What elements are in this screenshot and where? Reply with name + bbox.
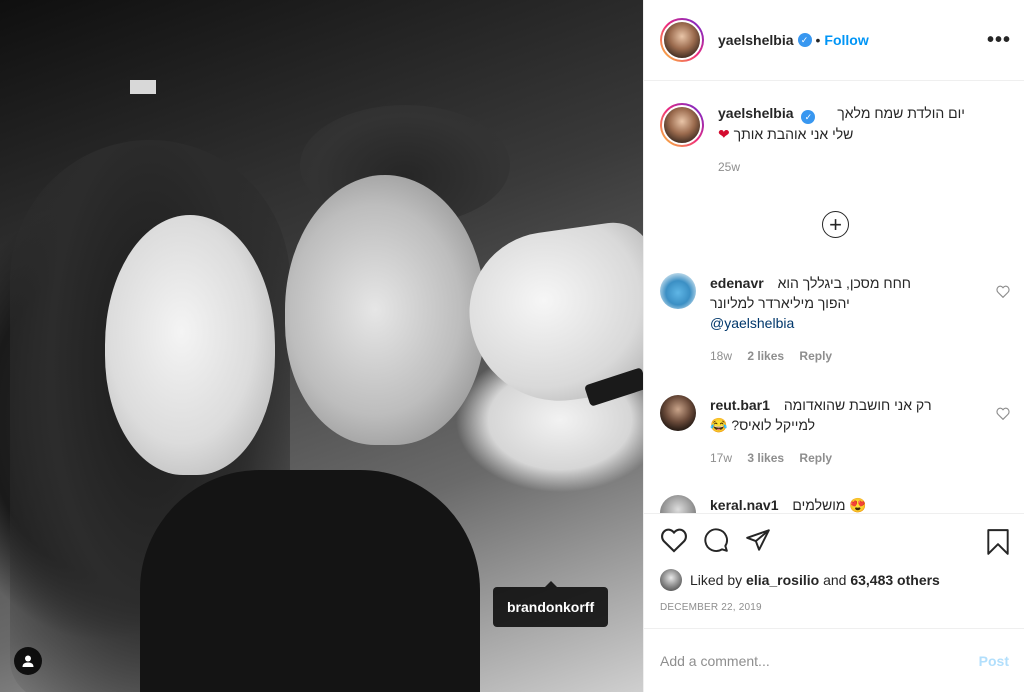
post-date[interactable]: DECEMBER 22, 2019 [660,602,762,613]
comment-text: יהפוך מיליארדר למליונר [710,295,850,311]
photo-face-man [285,175,485,445]
post-side-panel: yaelshelbia ✓ • Follow ••• yaelshelbia ✓… [643,0,1024,692]
bookmark-icon[interactable] [985,528,1011,556]
comment-username[interactable]: edenavr [710,275,764,291]
comment-icon[interactable] [702,527,730,553]
comment-mention[interactable]: @yaelshelbia [710,313,980,333]
plus-circle-icon[interactable]: + [822,211,849,238]
list-item: keral.nav1 מושלמים 😍 [660,495,1010,513]
caption-text-1: יום הולדת שמח מלאך [837,105,965,121]
comment-likes[interactable]: 2 likes [747,349,784,363]
likes-count[interactable]: 63,483 others [850,572,940,588]
caption-avatar[interactable] [660,103,704,147]
ceiling-light [130,80,156,94]
heart-icon[interactable] [996,407,1010,420]
heart-eyes-emoji: 😍 [849,497,867,513]
post-actions: Liked by elia_rosilio and 63,483 others … [644,513,1024,628]
list-item: reut.bar1 רק אני חושבת שהואדומה 😂 ?למייק… [660,395,1010,465]
comment-text: רק אני חושבת שהואדומה [783,397,932,413]
comment-text: חחח מסכן, ביגללך הוא [777,275,912,291]
comment-username[interactable]: reut.bar1 [710,397,770,413]
laughing-emoji: 😂 [710,417,728,433]
comment-username[interactable]: keral.nav1 [710,497,779,513]
caption-age[interactable]: 25w [718,160,965,174]
header-username[interactable]: yaelshelbia [718,32,794,48]
avatar [662,105,702,145]
share-icon[interactable] [744,527,772,553]
header-separator: • [815,32,821,48]
avatar[interactable] [660,395,696,431]
comment-likes[interactable]: 3 likes [747,451,784,465]
caption-username[interactable]: yaelshelbia [718,105,794,121]
header-avatar[interactable] [660,18,704,62]
comment-text: מושלמים [792,497,846,513]
post-caption: yaelshelbia ✓ יום הולדת שמח מלאך ❤ שלי א… [660,103,1010,174]
liked-by-and: and [819,572,851,588]
follow-button[interactable]: Follow [824,32,868,48]
likes-summary: Liked by elia_rosilio and 63,483 others [660,569,940,591]
caption-line-1: yaelshelbia ✓ יום הולדת שמח מלאך [718,103,965,124]
avatar[interactable] [660,569,682,591]
heart-emoji: ❤ [718,126,730,142]
comments-list[interactable]: yaelshelbia ✓ יום הולדת שמח מלאך ❤ שלי א… [644,81,1024,513]
avatar[interactable] [660,495,696,513]
post-photo[interactable]: brandonkorff [0,0,643,692]
reply-button[interactable]: Reply [799,451,832,465]
heart-icon[interactable] [996,285,1010,298]
photo-shirt [140,470,480,692]
user-tag-label[interactable]: brandonkorff [493,581,609,627]
verified-icon: ✓ [797,33,812,47]
comment-meta: 17w 3 likes Reply [710,451,980,465]
liked-by-prefix: Liked by [690,572,747,588]
comment-text: ?למייקל לואיס [731,417,816,433]
user-tag-button[interactable] [14,647,42,675]
comment-age[interactable]: 17w [710,451,732,465]
avatar [662,20,702,60]
verified-icon: ✓ [801,110,816,124]
post-button[interactable]: Post [979,653,1009,669]
more-icon[interactable]: ••• [987,30,1011,50]
comment-meta: 18w 2 likes Reply [710,349,980,363]
add-comment-bar: Post [644,628,1024,692]
comment-age[interactable]: 18w [710,349,732,363]
heart-icon[interactable] [660,527,688,553]
avatar[interactable] [660,273,696,309]
comment-input[interactable] [660,652,979,669]
photo-face-woman [105,215,275,475]
user-tag-icon [22,655,34,667]
reply-button[interactable]: Reply [799,349,832,363]
caption-text-2: שלי אני אוהבת אותך [733,126,854,142]
post-header: yaelshelbia ✓ • Follow ••• [644,0,1024,81]
list-item: edenavr חחח מסכן, ביגללך הוא יהפוך מיליא… [660,273,1010,363]
action-icons [660,527,772,553]
caption-line-2: ❤ שלי אני אוהבת אותך [718,124,965,144]
liked-by-user[interactable]: elia_rosilio [746,572,819,588]
